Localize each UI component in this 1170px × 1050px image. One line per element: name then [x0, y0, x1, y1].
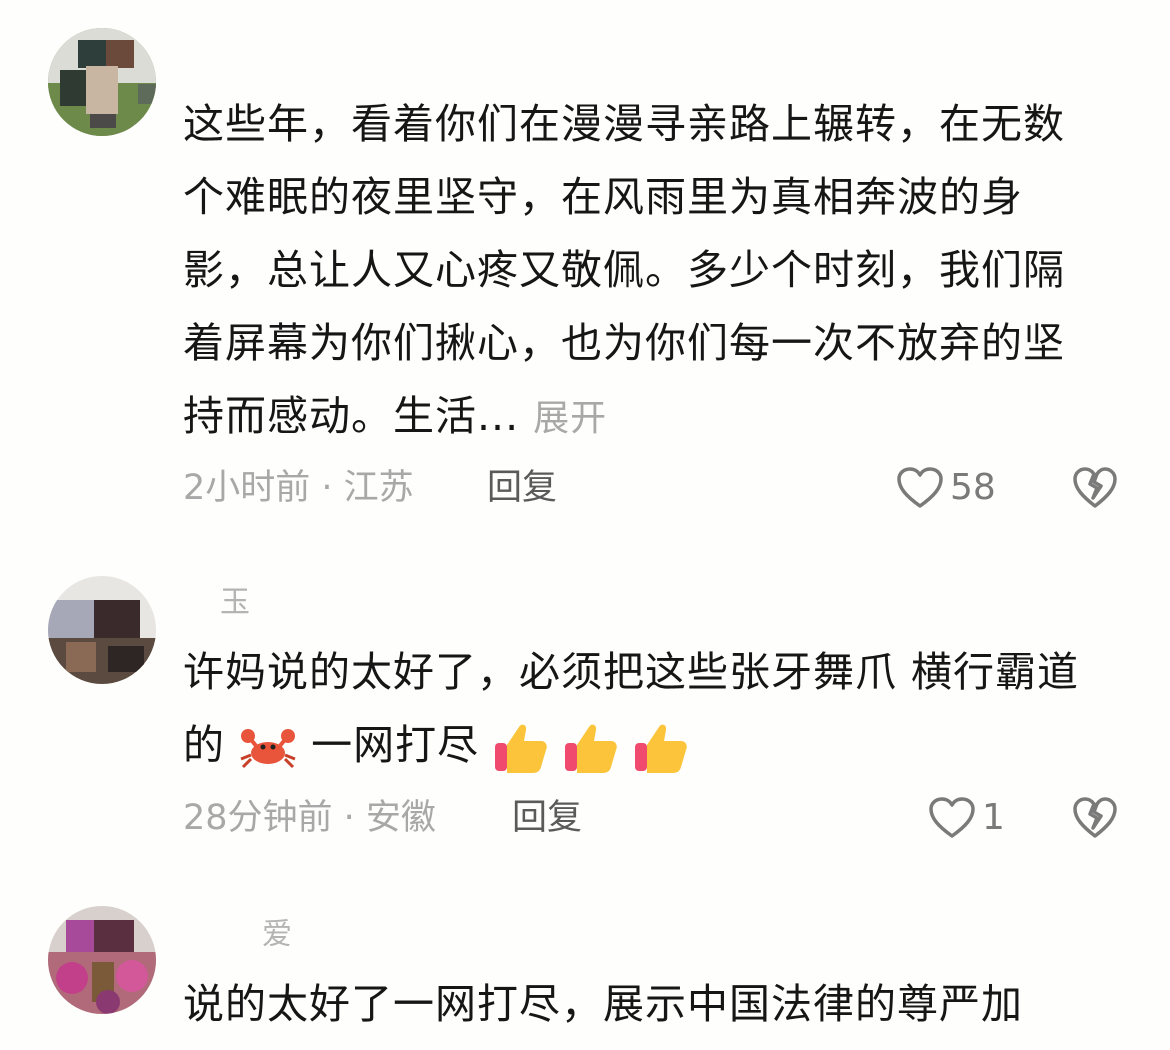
comment-text-content: 一网打尽: [311, 721, 480, 769]
comment-text-content: 说的太好了一网打尽，展示中国法律的尊严加: [183, 980, 1023, 1028]
thumbs-up-emoji: [495, 724, 547, 773]
broken-heart-icon: [1073, 797, 1117, 838]
avatar[interactable]: [48, 576, 156, 684]
avatar[interactable]: [48, 906, 156, 1014]
comment-text: 许妈说的太好了，必须把这些张牙舞爪 横行霸道的 一网打尽: [183, 636, 1098, 782]
dislike-button[interactable]: [1072, 466, 1118, 514]
avatar[interactable]: [48, 28, 156, 136]
crab-emoji: [240, 729, 296, 769]
comment-meta: 28分钟前 · 安徽: [183, 798, 436, 838]
thumbs-up-emoji: [635, 724, 688, 773]
reply-button[interactable]: 回复: [512, 796, 582, 840]
comment-text: 说的太好了一网打尽，展示中国法律的尊严加: [183, 968, 1098, 1041]
like-count: 58: [950, 467, 996, 508]
comment-meta: 2小时前 · 江苏: [183, 468, 414, 508]
username[interactable]: 爱: [262, 918, 292, 952]
thumbs-up-emoji: [565, 724, 617, 773]
heart-outline-icon: [897, 467, 943, 508]
reply-button[interactable]: 回复: [487, 466, 557, 510]
expand-link[interactable]: 展开: [533, 398, 607, 439]
comment-text-content: 这些年，看着你们在漫漫寻亲路上辗转，在无数个难眠的夜里坚守，在风雨里为真相奔波的…: [183, 100, 1065, 440]
username[interactable]: 玉: [220, 586, 250, 620]
like-button[interactable]: 58: [896, 466, 996, 510]
comment-text: 这些年，看着你们在漫漫寻亲路上辗转，在无数个难眠的夜里坚守，在风雨里为真相奔波的…: [183, 88, 1098, 455]
like-button[interactable]: 1: [928, 796, 1005, 840]
heart-outline-icon: [929, 797, 975, 838]
dislike-button[interactable]: [1072, 796, 1118, 844]
broken-heart-icon: [1073, 467, 1117, 508]
like-count: 1: [982, 797, 1005, 838]
